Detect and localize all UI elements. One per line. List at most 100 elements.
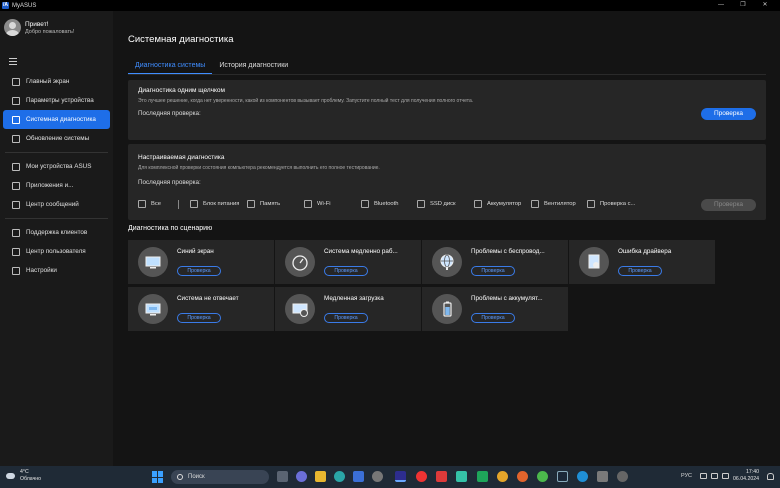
scenario-grid: Синий экран Проверка Система медленно ра… [128,240,717,331]
weather-widget[interactable]: 4°C Облачно [6,469,41,483]
scenario-check-button[interactable]: Проверка [324,313,368,323]
one-click-diagnosis-panel: Диагностика одним щелчком Это лучшее реш… [128,80,766,140]
settings-sliders-icon [12,96,20,105]
checkbox-all[interactable]: Все [138,200,161,208]
sidebar-item-label: Мои устройства ASUS [26,163,92,170]
minimize-button[interactable]: — [710,0,732,11]
notification-bell-icon[interactable] [767,472,774,480]
sidebar-item-customer-support[interactable]: Поддержка клиентов [3,223,110,242]
devices-icon [12,162,20,171]
taskbar-search[interactable]: Поиск [171,470,269,484]
scenario-card-driver-error[interactable]: Ошибка драйвера Проверка [569,240,715,284]
scenario-card-slow-system[interactable]: Система медленно раб... Проверка [275,240,421,284]
sidebar-item-label: Поддержка клиентов [26,229,88,236]
myasus-taskbar-icon[interactable] [395,471,406,482]
tab-diagnosis-history[interactable]: История диагностики [212,60,295,74]
custom-check-button[interactable]: Проверка [701,199,756,211]
app-teal-icon[interactable] [456,471,467,482]
settings-app-icon[interactable] [372,471,383,482]
meet-icon[interactable] [296,471,307,482]
task-view-icon[interactable] [277,471,288,482]
myasus-logo-icon: /A [2,2,9,9]
page-title: Системная диагностика [128,34,234,45]
title-bar: /A MyASUS — ❐ ✕ [0,0,780,11]
search-placeholder: Поиск [188,474,205,480]
maximize-button[interactable]: ❐ [732,0,754,11]
scenario-card-battery[interactable]: Проблемы с аккумулят... Проверка [422,287,568,331]
user-subtitle: Добро пожаловать! [25,28,75,35]
app-grey-icon[interactable] [597,471,608,482]
scenario-check-button[interactable]: Проверка [471,266,515,276]
one-click-check-button[interactable]: Проверка [701,108,756,120]
scenario-check-button[interactable]: Проверка [471,313,515,323]
app-red-icon[interactable] [436,471,447,482]
scenario-card-not-responding[interactable]: Система не отвечает Проверка [128,287,274,331]
cloud-icon [6,473,15,479]
checkbox-battery[interactable]: Аккумулятор [474,200,521,208]
sidebar-item-user-center[interactable]: Центр пользователя [3,242,110,261]
scenario-card-slow-boot[interactable]: Медленная загрузка Проверка [275,287,421,331]
chrome-icon[interactable] [497,471,508,482]
sidebar-item-system-diagnosis[interactable]: Системная диагностика [3,110,110,129]
sidebar-item-label: Главный экран [26,78,70,85]
checkbox-bluetooth[interactable]: Bluetooth [361,200,399,208]
edge-icon[interactable] [334,471,345,482]
panel-title: Диагностика одним щелчком [138,87,225,94]
sidebar-item-home[interactable]: Главный экран [3,72,110,91]
language-indicator[interactable]: РУС [681,473,692,479]
scenario-title: Система не отвечает [177,295,239,302]
clock[interactable]: 17:40 06.04.2024 [733,469,759,483]
menu-icon[interactable] [9,58,17,67]
checkbox-check-more[interactable]: Проверка с... [587,200,635,208]
user-profile[interactable]: Привет! Добро пожаловать! [4,19,74,36]
divider [5,152,108,153]
checkbox-memory[interactable]: Память [247,200,280,208]
sidebar-item-device-settings[interactable]: Параметры устройства [3,91,110,110]
app-dark-icon[interactable] [617,471,628,482]
main-content: Системная диагностика Диагностика систем… [113,11,780,466]
weather-temp: 4°C [20,469,29,475]
scenario-title: Проблемы с аккумулят... [471,295,543,302]
volume-icon[interactable] [711,473,719,479]
firefox-icon[interactable] [517,471,528,482]
scenario-card-wireless[interactable]: Проблемы с беспровод... Проверка [422,240,568,284]
scenario-card-blue-screen[interactable]: Синий экран Проверка [128,240,274,284]
scenario-check-button[interactable]: Проверка [177,313,221,323]
monitor-icon [138,247,168,277]
store-icon[interactable] [353,471,364,482]
scenario-check-button[interactable]: Проверка [177,266,221,276]
close-button[interactable]: ✕ [754,0,776,11]
skype-icon[interactable] [577,471,588,482]
sidebar-item-label: Обновление системы [26,135,90,142]
tab-system-diagnosis[interactable]: Диагностика системы [128,60,213,74]
system-tray: РУС 17:40 06.04.2024 [681,469,774,483]
scenario-check-button[interactable]: Проверка [324,266,368,276]
driver-icon [579,247,609,277]
component-checkboxes: Все Блок питания Память Wi-Fi Bluetooth … [138,200,658,210]
sidebar-item-system-update[interactable]: Обновление системы [3,129,110,148]
windows-start-icon[interactable] [152,471,164,483]
yandex-icon[interactable] [416,471,427,482]
steam-icon[interactable] [557,471,568,482]
message-icon [12,200,20,209]
file-explorer-icon[interactable] [315,471,326,482]
divider [178,200,179,209]
sidebar-item-settings[interactable]: Настройки [3,261,110,280]
checkbox-ssd[interactable]: SSD диск [417,200,456,208]
torrent-icon[interactable] [537,471,548,482]
scenario-section-title: Диагностика по сценарию [128,225,213,232]
checkbox-power-supply[interactable]: Блок питания [190,200,239,208]
panel-title: Настраиваемая диагностика [138,154,225,161]
checkbox-fan[interactable]: Вентилятор [531,200,576,208]
panel-description: Это лучшее решение, когда нет уверенност… [138,98,474,104]
battery-tray-icon[interactable] [722,473,730,479]
checkbox-wifi[interactable]: Wi-Fi [304,200,331,208]
sidebar-item-my-devices[interactable]: Мои устройства ASUS [3,157,110,176]
sidebar-item-apps[interactable]: Приложения и... [3,176,110,195]
scenario-check-button[interactable]: Проверка [618,266,662,276]
sidebar-item-message-center[interactable]: Центр сообщений [3,195,110,214]
scenario-title: Ошибка драйвера [618,248,672,255]
app-green-icon[interactable] [477,471,488,482]
wifi-icon[interactable] [700,473,708,479]
sidebar-item-label: Системная диагностика [26,116,96,123]
